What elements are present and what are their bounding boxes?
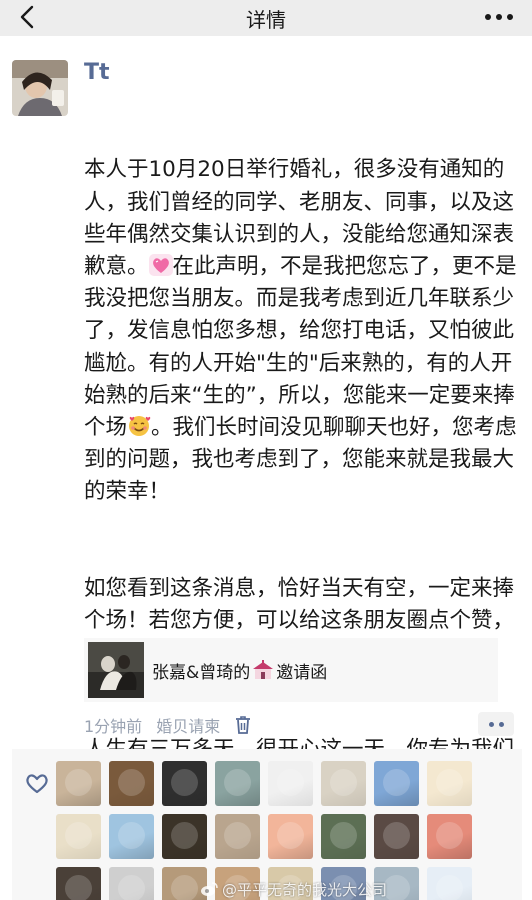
liker-avatar[interactable] — [56, 814, 101, 859]
watermark-text: @平平无奇的我光大公司 — [222, 880, 388, 899]
watermark: @平平无奇的我光大公司 — [200, 878, 387, 900]
liker-avatar[interactable] — [427, 814, 472, 859]
liker-avatar[interactable] — [215, 761, 260, 806]
liker-avatar[interactable] — [162, 814, 207, 859]
liker-avatar[interactable] — [215, 814, 260, 859]
liker-avatar[interactable] — [162, 761, 207, 806]
page-title: 详情 — [246, 8, 286, 32]
post-text: 本人于10月20日举行婚礼，很多没有通知的人，我们曾经的同学、老朋友、同事，以及… — [84, 90, 524, 863]
liker-avatar[interactable] — [427, 761, 472, 806]
post-meta: 1分钟前 婚贝请柬 — [84, 712, 252, 738]
invitation-thumbnail — [88, 642, 144, 698]
liker-avatar[interactable] — [374, 761, 419, 806]
liker-avatar[interactable] — [321, 814, 366, 859]
liker-avatar[interactable] — [109, 867, 154, 900]
avatar-photo-icon — [12, 60, 68, 116]
invitation-link-card[interactable]: 张嘉&曾琦的 邀请函 — [84, 638, 498, 702]
liker-avatar[interactable] — [321, 761, 366, 806]
heart-outline-icon — [26, 774, 48, 794]
liker-avatar[interactable] — [268, 761, 313, 806]
comment-dot — [488, 721, 494, 727]
liker-avatar[interactable] — [427, 867, 472, 900]
more-button[interactable] — [482, 8, 516, 26]
comment-like-button[interactable] — [478, 712, 514, 736]
post-text-segment: 在此声明，不是我把您忘了，更不是我没把您当朋友。而是我考虑到近几年联系少了，发信… — [84, 254, 517, 441]
more-dots-icon — [485, 14, 513, 20]
moments-post: Tt 本人于10月20日举行婚礼，很多没有通知的人，我们曾经的同学、老朋友、同事… — [0, 36, 532, 794]
invitation-title-suffix: 邀请函 — [276, 662, 328, 683]
invitation-title-text: 张嘉&曾琦的 — [152, 662, 251, 683]
heart-emoji — [148, 254, 173, 277]
invitation-title: 张嘉&曾琦的 邀请函 — [152, 658, 327, 683]
username[interactable]: Tt — [84, 60, 110, 85]
smiling-face-with-hearts-emoji — [127, 415, 151, 437]
navigation-bar: 详情 — [0, 0, 532, 36]
liker-avatar[interactable] — [374, 814, 419, 859]
liker-avatar[interactable] — [268, 814, 313, 859]
weibo-logo-icon — [201, 882, 218, 896]
post-source[interactable]: 婚贝请柬 — [156, 713, 220, 737]
post-time: 1分钟前 — [84, 717, 143, 736]
liker-avatar[interactable] — [109, 761, 154, 806]
post-paragraph-1: 本人于10月20日举行婚礼，很多没有通知的人，我们曾经的同学、老朋友、同事，以及… — [84, 154, 524, 508]
trash-icon — [236, 716, 251, 734]
delete-button[interactable] — [234, 715, 252, 735]
wedding-chapel-icon — [253, 660, 274, 679]
liker-avatar[interactable] — [56, 867, 101, 900]
liker-avatar[interactable] — [56, 761, 101, 806]
avatar[interactable] — [12, 60, 68, 116]
comment-dot — [498, 721, 504, 727]
liker-avatar[interactable] — [109, 814, 154, 859]
